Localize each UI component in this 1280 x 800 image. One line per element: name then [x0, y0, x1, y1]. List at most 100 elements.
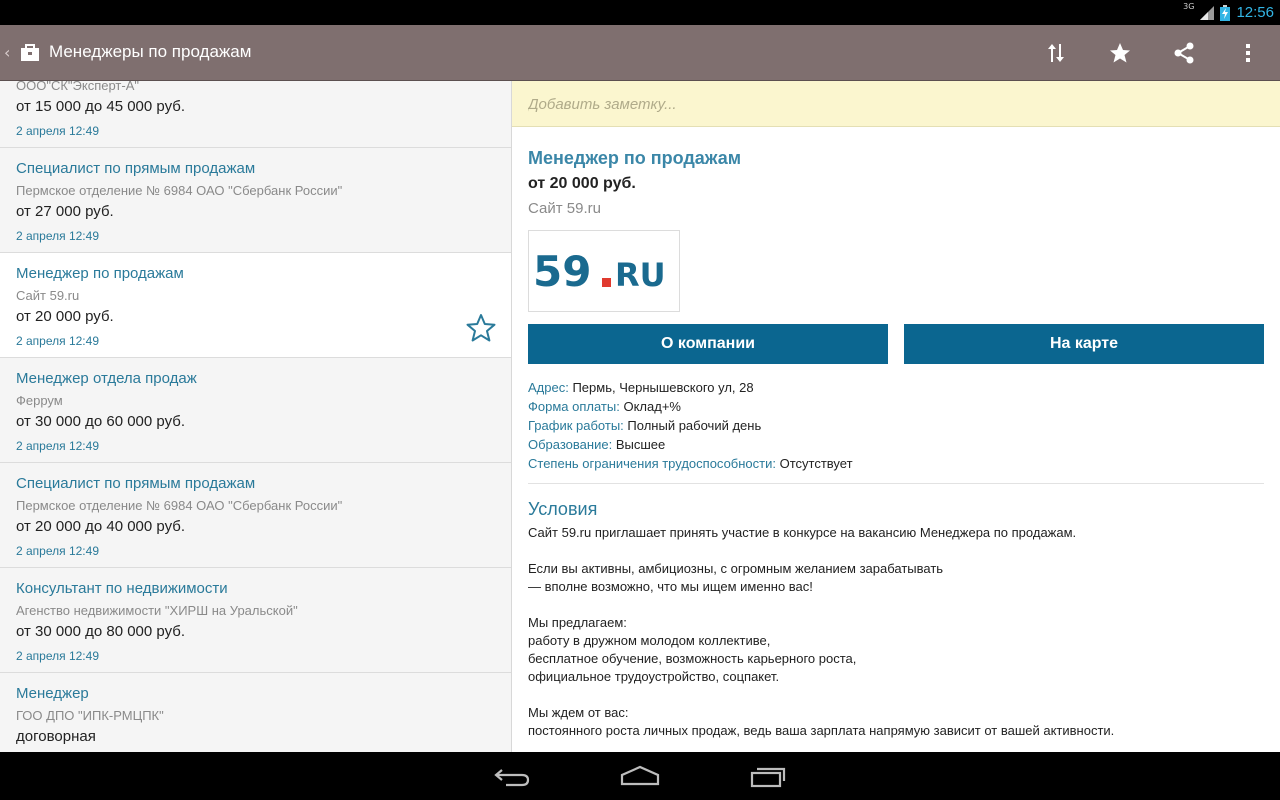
sort-icon: [1048, 44, 1064, 62]
navigation-bar: [0, 752, 1280, 800]
main-content: ООО"СК"Эксперт-А" от 15 000 до 45 000 ру…: [0, 81, 1280, 752]
vacancy-date: 2 апреля 12:49: [16, 439, 99, 453]
action-bar: ‹ Менеджеры по продажам: [0, 25, 1280, 81]
vacancy-company: Агенство недвижимости "ХИРШ на Уральской…: [16, 603, 298, 618]
vacancy-salary: от 15 000 до 45 000 руб.: [16, 98, 186, 115]
vacancy-properties: Адрес: Пермь, Чернышевского ул, 28 Форма…: [528, 378, 853, 473]
conditions-line: Мы ждем от вас:: [528, 705, 629, 720]
prop-label: Образование:: [528, 437, 613, 452]
prop-label: График работы:: [528, 418, 624, 433]
page-title: Менеджеры по продажам: [49, 42, 252, 61]
conditions-line: [528, 686, 1114, 704]
status-bar: 3G 12:56: [0, 0, 1280, 25]
conditions-line: [528, 542, 1114, 560]
vacancy-list[interactable]: ООО"СК"Эксперт-А" от 15 000 до 45 000 ру…: [0, 81, 512, 752]
overflow-icon: [1246, 44, 1250, 62]
vacancy-salary: от 20 000 руб.: [16, 308, 114, 325]
logo-suffix-text: RU: [615, 256, 666, 294]
conditions-line: — вполне возможно, что мы ищем именно ва…: [528, 579, 813, 594]
list-item[interactable]: Специалист по прямым продажам Пермское о…: [0, 148, 511, 253]
conditions-line: официальное трудоустройство, соцпакет.: [528, 669, 780, 684]
home-icon: [620, 765, 660, 786]
vacancy-title: Менеджер отдела продаж: [16, 370, 197, 387]
prop-value: Полный рабочий день: [627, 418, 762, 433]
vacancy-title: Специалист по прямым продажам: [16, 475, 256, 492]
prop-education: Образование: Высшее: [528, 435, 853, 454]
recents-button[interactable]: [728, 760, 808, 792]
back-button[interactable]: [472, 760, 552, 792]
briefcase-icon[interactable]: [20, 43, 40, 63]
vacancy-salary: от 20 000 до 40 000 руб.: [16, 518, 186, 535]
vacancy-salary: договорная: [16, 728, 96, 745]
divider: [528, 483, 1264, 484]
prop-schedule: График работы: Полный рабочий день: [528, 416, 853, 435]
list-item[interactable]: Специалист по прямым продажам Пермское о…: [0, 463, 511, 568]
logo-main-text: 59: [533, 247, 591, 296]
list-item[interactable]: ООО"СК"Эксперт-А" от 15 000 до 45 000 ру…: [0, 81, 511, 148]
prop-disability: Степень ограничения трудоспособности: От…: [528, 454, 853, 473]
clock: 12:56: [1236, 4, 1274, 21]
signal-icon: [1200, 5, 1215, 20]
logo-dot: [602, 278, 611, 287]
conditions-line: Мы предлагаем:: [528, 615, 627, 630]
note-input[interactable]: [528, 93, 1248, 115]
vacancy-company: Феррум: [16, 393, 63, 408]
status-icons: 3G 12:56: [1183, 0, 1274, 25]
vacancy-date: 2 апреля 12:49: [16, 649, 99, 663]
list-item[interactable]: Менеджер отдела продаж Феррум от 30 000 …: [0, 358, 511, 463]
prop-address: Адрес: Пермь, Чернышевского ул, 28: [528, 378, 853, 397]
company-logo-image: 59 RU: [533, 247, 666, 296]
conditions-line: Сайт 59.ru приглашает принять участие в …: [528, 525, 1077, 540]
note-bar: [512, 81, 1280, 127]
list-item-selected[interactable]: Менеджер по продажам Сайт 59.ru от 20 00…: [0, 253, 511, 358]
share-icon: [1174, 42, 1194, 64]
vacancy-company: Пермское отделение № 6984 ОАО "Сбербанк …: [16, 183, 343, 198]
detail-company: Сайт 59.ru: [528, 200, 601, 217]
home-button[interactable]: [600, 760, 680, 792]
vacancy-title: Консультант по недвижимости: [16, 580, 228, 597]
conditions-line: [528, 596, 1114, 614]
up-caret-icon[interactable]: ‹: [4, 43, 10, 62]
prop-label: Степень ограничения трудоспособности:: [528, 456, 776, 471]
vacancy-date: 2 апреля 12:49: [16, 229, 99, 243]
favorites-button[interactable]: [1088, 25, 1152, 81]
back-icon: [494, 769, 530, 787]
prop-value: Оклад+%: [623, 399, 681, 414]
vacancy-title: Менеджер: [16, 685, 89, 702]
star-outline-icon[interactable]: [465, 312, 497, 344]
conditions-title: Условия: [528, 499, 598, 519]
conditions-line: Если вы активны, амбициозны, с огромным …: [528, 561, 944, 576]
detail-salary: от 20 000 руб.: [528, 175, 636, 192]
detail-title: Менеджер по продажам: [528, 148, 742, 168]
vacancy-company: ООО"СК"Эксперт-А": [16, 81, 139, 93]
vacancy-title: Менеджер по продажам: [16, 265, 184, 282]
recents-icon: [750, 767, 786, 788]
conditions-line: бесплатное обучение, возможность карьерн…: [528, 651, 857, 666]
prop-value: Пермь, Чернышевского ул, 28: [572, 380, 754, 395]
prop-payment: Форма оплаты: Оклад+%: [528, 397, 853, 416]
about-company-button[interactable]: О компании: [528, 324, 888, 364]
conditions-line: работу в дружном молодом коллективе,: [528, 633, 771, 648]
on-map-button[interactable]: На карте: [904, 324, 1264, 364]
vacancy-company: Пермское отделение № 6984 ОАО "Сбербанк …: [16, 498, 343, 513]
vacancy-date: 2 апреля 12:49: [16, 544, 99, 558]
prop-value: Высшее: [615, 437, 666, 452]
conditions-text: Сайт 59.ru приглашает принять участие в …: [528, 524, 1114, 740]
network-type: 3G: [1183, 2, 1195, 11]
vacancy-salary: от 27 000 руб.: [16, 203, 114, 220]
vacancy-company: ГОО ДПО "ИПК-РМЦПК": [16, 708, 164, 723]
list-item[interactable]: Менеджер ГОО ДПО "ИПК-РМЦПК" договорная: [0, 673, 511, 752]
overflow-menu-button[interactable]: [1216, 25, 1280, 81]
vacancy-title: Специалист по прямым продажам: [16, 160, 256, 177]
vacancy-detail: Менеджер по продажам от 20 000 руб. Сайт…: [512, 81, 1280, 752]
share-button[interactable]: [1152, 25, 1216, 81]
list-item[interactable]: Консультант по недвижимости Агенство нед…: [0, 568, 511, 673]
company-logo: 59 RU: [528, 230, 680, 312]
prop-label: Адрес:: [528, 380, 569, 395]
vacancy-company: Сайт 59.ru: [16, 288, 80, 303]
vacancy-salary: от 30 000 до 80 000 руб.: [16, 623, 186, 640]
prop-value: Отсутствует: [779, 456, 853, 471]
conditions-line: постоянного роста личных продаж, ведь ва…: [528, 723, 1115, 738]
sort-button[interactable]: [1024, 25, 1088, 81]
vacancy-salary: от 30 000 до 60 000 руб.: [16, 413, 186, 430]
